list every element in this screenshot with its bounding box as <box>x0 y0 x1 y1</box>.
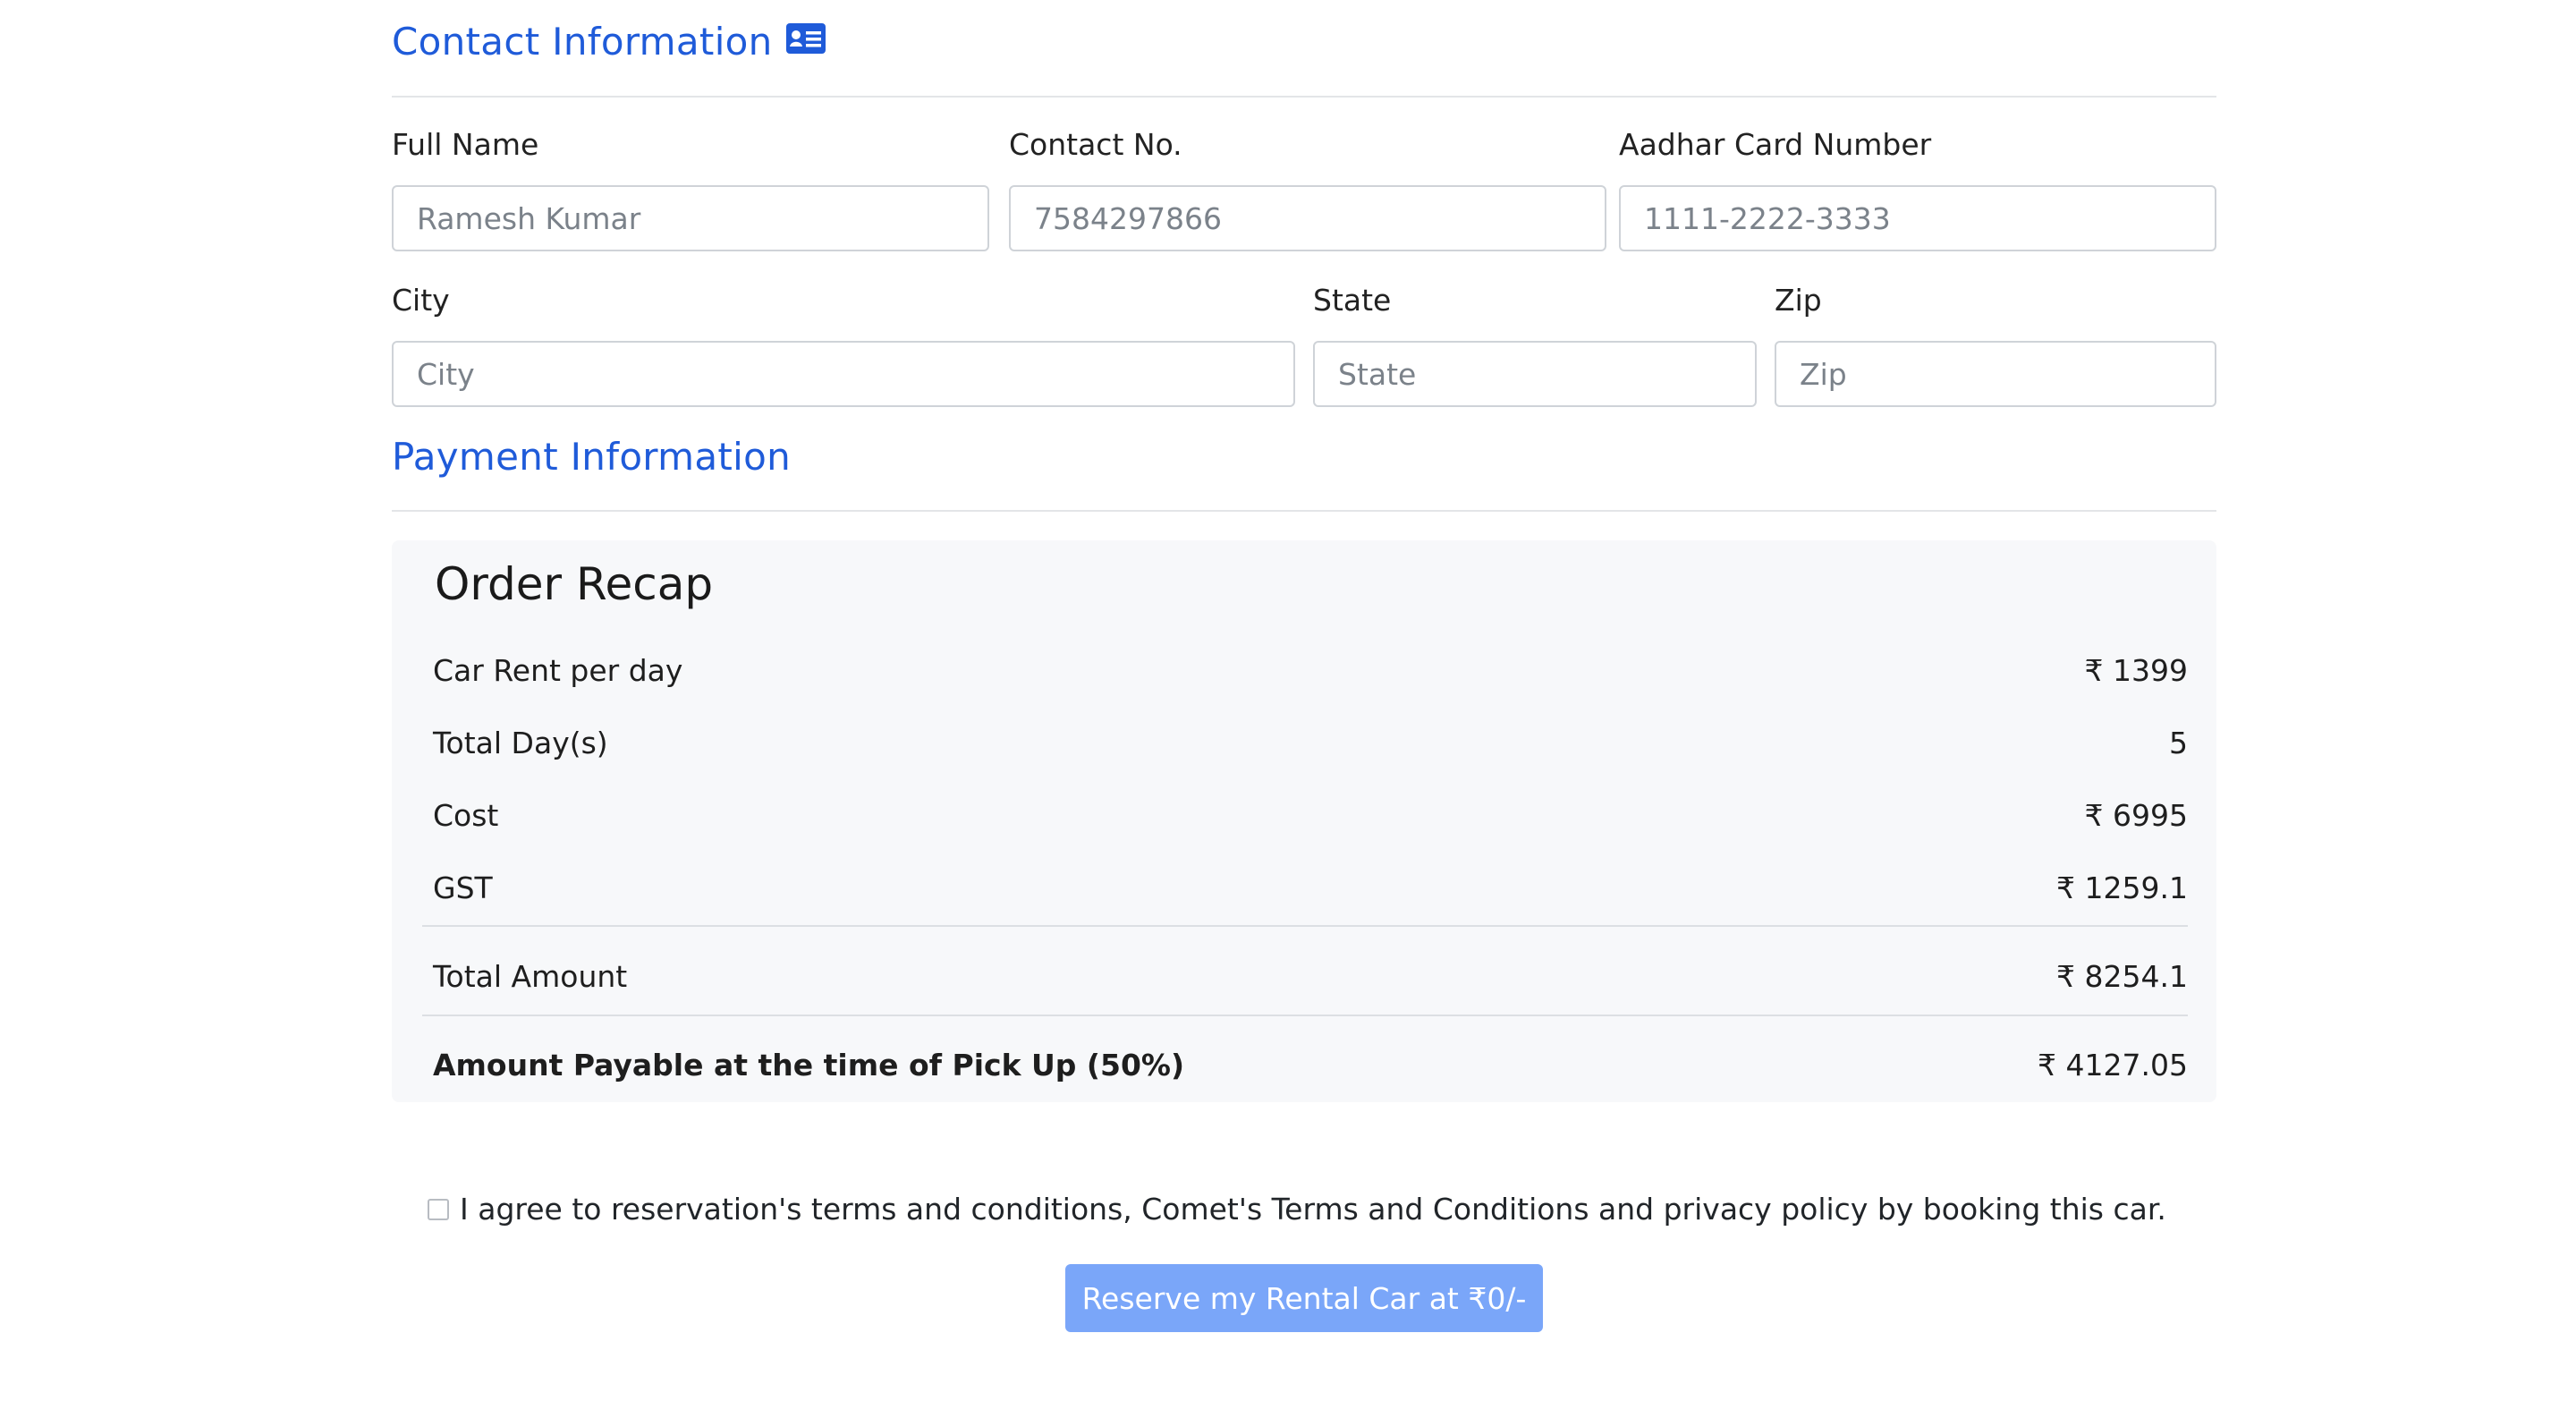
state-input[interactable] <box>1313 341 1757 407</box>
recap-value: ₹ 1399 <box>2084 653 2188 688</box>
contact-divider <box>392 96 2216 98</box>
order-recap: Order Recap Car Rent per day ₹ 1399 Tota… <box>392 540 2216 1102</box>
recap-value: ₹ 4127.05 <box>2038 1048 2188 1083</box>
recap-label: Total Amount <box>433 959 628 994</box>
recap-value: 5 <box>2169 726 2188 760</box>
recap-divider <box>422 925 2188 927</box>
recap-label: Cost <box>433 798 499 833</box>
recap-row-gst: GST ₹ 1259.1 <box>433 870 2188 905</box>
full-name-input[interactable] <box>392 185 989 251</box>
state-label: State <box>1313 283 1392 318</box>
payment-title-text: Payment Information <box>392 435 792 479</box>
recap-row-payable: Amount Payable at the time of Pick Up (5… <box>433 1048 2188 1083</box>
zip-input[interactable] <box>1775 341 2216 407</box>
city-label: City <box>392 283 450 318</box>
recap-label: Total Day(s) <box>433 726 608 760</box>
recap-value: ₹ 8254.1 <box>2056 959 2188 994</box>
recap-label: Car Rent per day <box>433 653 683 688</box>
recap-row-days: Total Day(s) 5 <box>433 726 2188 760</box>
aadhar-input[interactable] <box>1619 185 2216 251</box>
recap-row-total: Total Amount ₹ 8254.1 <box>433 959 2188 994</box>
city-input[interactable] <box>392 341 1295 407</box>
order-recap-title: Order Recap <box>435 558 714 610</box>
recap-row-rent: Car Rent per day ₹ 1399 <box>433 653 2188 688</box>
contact-no-label: Contact No. <box>1009 127 1182 162</box>
contact-section-title: Contact Information <box>392 20 826 64</box>
zip-label: Zip <box>1775 283 1822 318</box>
terms-text: I agree to reservation's terms and condi… <box>460 1192 2166 1227</box>
recap-value: ₹ 1259.1 <box>2056 870 2188 905</box>
contact-title-text: Contact Information <box>392 20 773 64</box>
recap-label: GST <box>433 870 493 905</box>
payment-section-title: Payment Information <box>392 435 791 479</box>
aadhar-label: Aadhar Card Number <box>1619 127 1932 162</box>
recap-value: ₹ 6995 <box>2084 798 2188 833</box>
recap-row-cost: Cost ₹ 6995 <box>433 798 2188 833</box>
id-card-icon <box>785 20 826 64</box>
recap-divider <box>422 1015 2188 1016</box>
reserve-button[interactable]: Reserve my Rental Car at ₹0/- <box>1065 1264 1543 1332</box>
page: Contact Information Full Name Contact No… <box>0 0 2576 1401</box>
full-name-label: Full Name <box>392 127 539 162</box>
payment-divider <box>392 510 2216 512</box>
terms-checkbox[interactable] <box>428 1198 449 1220</box>
terms-agreement[interactable]: I agree to reservation's terms and condi… <box>428 1192 2166 1227</box>
contact-no-input[interactable] <box>1009 185 1606 251</box>
recap-label: Amount Payable at the time of Pick Up (5… <box>433 1048 1185 1083</box>
